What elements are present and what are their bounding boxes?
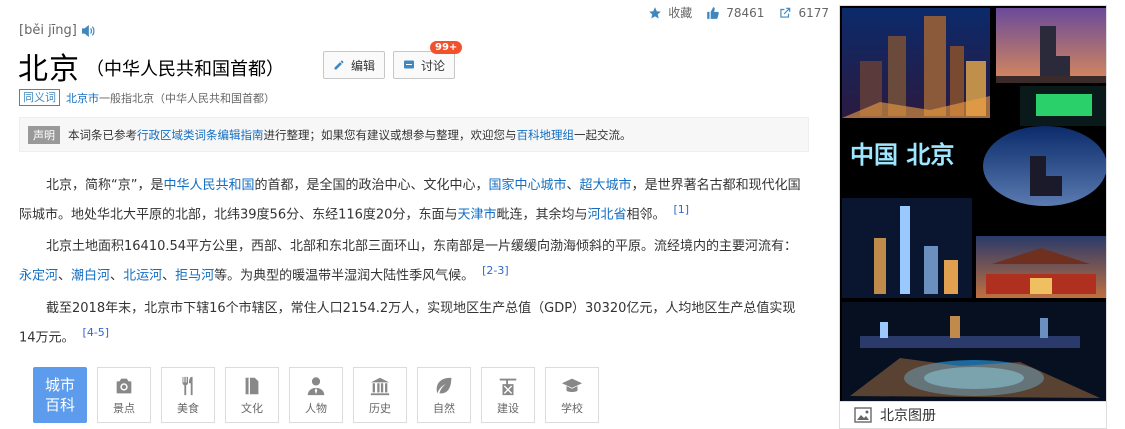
link-yongding-river[interactable]: 永定河 [19, 268, 58, 283]
article-toolbar: 收藏 78461 6177 [648, 4, 829, 21]
link-national-center-city[interactable]: 国家中心城市 [489, 178, 567, 193]
notice-tag: 声明 [28, 125, 60, 144]
pinyin-row: [běi jīng] [19, 23, 95, 38]
city-encyclopedia-bar: 城市百科 景点 美食 文化 人物 历史 自然 建设 学校 [33, 367, 599, 423]
p1-text-f: 相邻。 [626, 207, 666, 223]
share-button[interactable]: 6177 [778, 6, 829, 20]
category-construction[interactable]: 建设 [481, 367, 535, 423]
leaf-icon [436, 377, 452, 393]
p3-text-a: 截至2018年末，北京市下辖16个市辖区，常住人口2154.2万人，实现地区生产… [19, 301, 796, 346]
photo-collage-graphic: 中国 北京 [842, 8, 1106, 401]
category-label: 人物 [305, 401, 327, 415]
link-juma-river[interactable]: 拒马河 [175, 268, 214, 283]
reference-link[interactable]: [2-3] [482, 264, 509, 277]
notice-text: 本词条已参考行政区域类词条编辑指南进行整理；如果您有建议或想参与整理，欢迎您与百… [68, 127, 632, 143]
gallery-caption-label: 北京图册 [880, 408, 936, 424]
city-tag-line1: 城市 [44, 376, 75, 394]
city-tag-line2: 百科 [44, 396, 75, 414]
page-subtitle: （中华人民共和国首都） [86, 59, 284, 80]
thumbs-up-icon [707, 6, 720, 19]
category-label: 学校 [561, 401, 583, 415]
pinyin-text: [běi jīng] [19, 23, 77, 38]
fork-knife-icon [182, 376, 193, 395]
notice-t1: 本词条已参考 [68, 127, 137, 142]
discuss-label: 讨论 [421, 58, 446, 73]
link-tianjin[interactable]: 天津市 [457, 207, 496, 222]
paragraph-3: 截至2018年末，北京市下辖16个市辖区，常住人口2154.2万人，实现地区生产… [19, 297, 809, 350]
pencil-icon [334, 60, 344, 70]
share-icon [780, 7, 791, 18]
like-button[interactable]: 78461 [706, 6, 764, 20]
category-nature[interactable]: 自然 [417, 367, 471, 423]
title-row: 北京 （中华人民共和国首都） [18, 44, 284, 88]
temple-icon [370, 377, 390, 395]
p2-text-a: 北京土地面积16410.54平方公里，西部、北部和东北部三面环山，东南部是一片缓… [46, 239, 798, 254]
synonym-tag: 同义词 [19, 89, 60, 106]
beijing-photo-collage[interactable]: 中国 北京 [839, 5, 1107, 402]
category-label: 文化 [241, 401, 263, 415]
like-count: 78461 [726, 5, 765, 20]
notice-link-guide[interactable]: 行政区域类词条编辑指南 [137, 128, 264, 142]
reference-link[interactable]: [1] [674, 203, 690, 216]
notice-link-group[interactable]: 百科地理组 [517, 128, 575, 142]
crane-icon [499, 378, 517, 395]
p2-text-b: 、 [58, 268, 72, 284]
discuss-button[interactable]: 讨论 [393, 51, 455, 79]
p2-text-e: 等。为典型的暖温带半湿润大陆性季风气候。 [214, 268, 475, 284]
collect-button[interactable]: 收藏 [648, 4, 692, 21]
collect-label: 收藏 [668, 6, 693, 20]
synonym-link[interactable]: 北京市 [66, 92, 99, 105]
comment-icon [404, 60, 414, 69]
star-icon [649, 6, 662, 19]
synonym-desc: 一般指北京（中华人民共和国首都） [99, 91, 275, 105]
p1-text-a: 北京，简称“京”，是 [46, 178, 164, 193]
link-prc[interactable]: 中华人民共和国 [163, 178, 254, 193]
category-history[interactable]: 历史 [353, 367, 407, 423]
p1-text-b: 的首都，是全国的政治中心、文化中心， [254, 178, 489, 193]
link-megacity[interactable]: 超大城市 [580, 178, 632, 193]
collage-overlay-text: 中国 北京 [850, 141, 954, 169]
synonym-row: 同义词 北京市一般指北京（中华人民共和国首都） [19, 89, 275, 106]
category-label: 自然 [433, 401, 455, 415]
camera-icon [116, 378, 132, 393]
p1-text-c: 、 [566, 178, 580, 193]
link-chaobai-river[interactable]: 潮白河 [71, 268, 110, 283]
reference-link[interactable]: [4-5] [83, 326, 110, 339]
paragraph-2: 北京土地面积16410.54平方公里，西部、北部和东北部三面环山，东南部是一片缓… [19, 235, 809, 288]
discuss-count-badge: 99+ [430, 41, 463, 54]
notice-t2: 进行整理；如果您有建议或想参与整理，欢迎您与 [263, 127, 517, 142]
page-title: 北京 [18, 52, 80, 87]
link-hebei[interactable]: 河北省 [587, 207, 626, 222]
edit-label: 编辑 [351, 58, 376, 73]
notice-t3: 一起交流。 [574, 127, 632, 142]
speaker-icon[interactable] [81, 24, 95, 37]
p2-text-d: 、 [162, 268, 176, 284]
category-food[interactable]: 美食 [161, 367, 215, 423]
p2-text-c: 、 [110, 268, 124, 284]
category-schools[interactable]: 学校 [545, 367, 599, 423]
category-label: 建设 [497, 401, 519, 415]
category-culture[interactable]: 文化 [225, 367, 279, 423]
synonym-text: 北京市一般指北京（中华人民共和国首都） [66, 90, 275, 106]
category-attractions[interactable]: 景点 [97, 367, 151, 423]
category-label: 历史 [369, 401, 391, 415]
notice-box: 声明 本词条已参考行政区域类词条编辑指南进行整理；如果您有建议或想参与整理，欢迎… [19, 117, 809, 152]
gallery-caption[interactable]: 北京图册 [839, 402, 1107, 429]
p1-text-e: 毗连，其余均与 [496, 207, 588, 223]
edit-button[interactable]: 编辑 [323, 51, 385, 79]
category-label: 美食 [177, 401, 199, 415]
share-count: 6177 [798, 5, 829, 20]
person-icon [307, 376, 325, 395]
category-label: 景点 [113, 401, 135, 415]
image-gallery-icon [854, 407, 872, 423]
link-beiyun-river[interactable]: 北运河 [123, 268, 162, 283]
city-encyclopedia-tag: 城市 百科 [33, 367, 87, 423]
category-people[interactable]: 人物 [289, 367, 343, 423]
graduation-cap-icon [561, 378, 583, 392]
book-icon [245, 377, 259, 394]
paragraph-1: 北京，简称“京”，是中华人民共和国的首都，是全国的政治中心、文化中心，国家中心城… [19, 174, 809, 227]
